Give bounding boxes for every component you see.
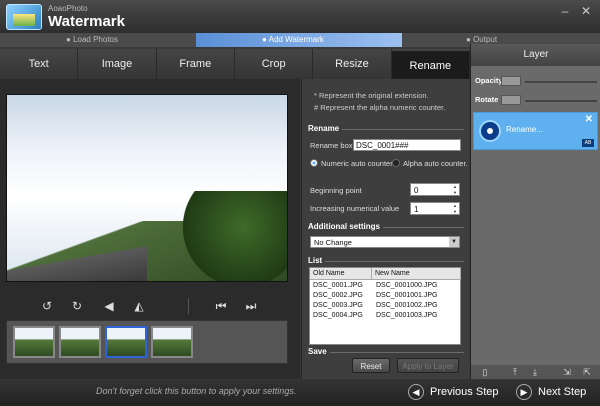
table-cell-new: DSC_0001002.JPG [376, 302, 438, 309]
column-header-old-name[interactable]: Old Name [310, 268, 372, 280]
rotate-right-icon[interactable]: ↻ [68, 297, 86, 315]
eye-icon[interactable] [479, 120, 501, 142]
opacity-label: Opacity [475, 76, 503, 85]
rename-box-label: Rename box: [310, 141, 355, 150]
photo-road [7, 247, 147, 281]
layer-panel-title: Layer [471, 44, 600, 66]
additional-settings-select[interactable]: No Change ▼ [310, 236, 460, 248]
table-cell-old: DSC_0004.JPG [313, 312, 363, 319]
additional-settings-value: No Change [314, 238, 352, 247]
step-add-watermark-label: Add Watermark [268, 35, 324, 44]
rotate-label: Rotate [475, 95, 499, 104]
alpha-counter-radio[interactable] [392, 159, 400, 167]
table-cell-old: DSC_0001.JPG [313, 282, 363, 289]
move-down-icon[interactable]: ⤓ [529, 366, 541, 378]
export-icon[interactable]: ⇱ [581, 366, 593, 378]
photo-preview[interactable] [6, 94, 288, 282]
step-output-label: Output [473, 35, 498, 44]
section-divider [308, 352, 464, 353]
close-icon[interactable]: ✕ [578, 4, 594, 18]
flip-horizontal-icon[interactable]: ◀ [100, 297, 118, 315]
tab-rename[interactable]: Rename [391, 49, 470, 79]
next-step-button[interactable]: ▶ Next Step [516, 381, 586, 404]
tab-text[interactable]: Text [0, 49, 79, 79]
rename-box-input[interactable]: DSC_0001### [353, 139, 461, 151]
minimize-icon[interactable]: – [557, 4, 573, 18]
tab-crop[interactable]: Crop [234, 49, 314, 79]
flip-vertical-icon[interactable]: ◭ [130, 297, 148, 315]
step-load-photos[interactable]: ● Load Photos [66, 33, 166, 47]
note-counter: # Represent the alpha numeric counter. [314, 103, 446, 112]
new-layer-icon[interactable]: ▯ [479, 366, 491, 378]
apply-to-layer-button[interactable]: Apply to Layer [397, 358, 459, 373]
layer-item-label: Rename... [506, 125, 543, 134]
tab-resize[interactable]: Resize [313, 49, 392, 79]
previous-photo-icon[interactable]: ⏮ [212, 297, 230, 315]
import-icon[interactable]: ⇲ [561, 366, 573, 378]
save-section-title: Save [308, 347, 330, 356]
app-window: AoaoPhoto Watermark – ✕ ● Load Photos ● … [0, 0, 600, 406]
note-extension: * Represent the original extension. [314, 91, 429, 100]
brand-small: AoaoPhoto [48, 4, 88, 13]
thumbnail[interactable] [59, 326, 101, 358]
alpha-counter-label: Alpha auto counter. [403, 159, 468, 168]
rotate-input[interactable] [501, 95, 521, 105]
footer-bar: Don't forget click this button to apply … [0, 379, 600, 406]
arrow-left-icon: ◀ [408, 384, 424, 401]
tab-frame[interactable]: Frame [156, 49, 235, 79]
layer-panel: Layer Opacity Rotate Rename... ✕ AB ▯ ⤒ … [470, 44, 600, 379]
rotate-left-icon[interactable]: ↺ [38, 297, 56, 315]
rename-list-table[interactable]: Old Name New Name DSC_0001.JPG DSC_00010… [309, 267, 461, 345]
increment-stepper[interactable]: 1 [410, 202, 460, 215]
layer-toolbar: ▯ ⤒ ⤓ ⇲ ⇱ [471, 365, 600, 379]
tab-bar: Text Image Frame Crop Resize Rename [0, 49, 470, 79]
next-step-label: Next Step [538, 386, 587, 398]
move-up-icon[interactable]: ⤒ [509, 366, 521, 378]
column-header-new-name[interactable]: New Name [372, 268, 461, 280]
rotate-slider[interactable] [525, 100, 597, 102]
reset-button[interactable]: Reset [352, 358, 390, 373]
previous-step-button[interactable]: ◀ Previous Step [408, 381, 498, 404]
apply-hint-text: Don't forget click this button to apply … [96, 386, 297, 396]
thumbnail[interactable] [151, 326, 193, 358]
close-icon[interactable]: ✕ [585, 114, 593, 125]
tab-image[interactable]: Image [78, 49, 157, 79]
beginning-point-label: Beginning point [310, 186, 362, 195]
increment-label: Increasing numerical value [310, 204, 400, 213]
next-photo-icon[interactable]: ⏭ [242, 297, 260, 315]
step-load-photos-label: Load Photos [73, 35, 118, 44]
app-logo-icon [6, 4, 42, 30]
app-title: Watermark [48, 13, 125, 30]
rename-section-title: Rename [308, 124, 343, 133]
preview-toolbar: ↺ ↻ ◀ ◭ ⏮ ⏭ [6, 295, 288, 317]
table-cell-new: DSC_0001003.JPG [376, 312, 438, 319]
thumbnail-selected[interactable] [105, 326, 147, 358]
table-cell-old: DSC_0003.JPG [313, 302, 363, 309]
list-section-title: List [308, 256, 326, 265]
opacity-slider[interactable] [525, 81, 597, 83]
thumbnail[interactable] [13, 326, 55, 358]
numeric-counter-label: Numeric auto counter. [321, 159, 395, 168]
beginning-point-stepper[interactable]: 0 [410, 183, 460, 196]
table-cell-new: DSC_0001000.JPG [376, 282, 438, 289]
photo-tree [177, 191, 287, 281]
toolbar-divider [188, 298, 189, 314]
title-bar: AoaoPhoto Watermark – ✕ [0, 0, 600, 33]
previous-step-label: Previous Step [430, 386, 499, 398]
layer-item-rename[interactable]: Rename... ✕ AB [473, 112, 598, 150]
opacity-input[interactable] [501, 76, 521, 86]
chevron-down-icon: ▼ [449, 237, 459, 247]
thumbnail-strip [6, 320, 288, 364]
step-add-watermark[interactable]: ● Add Watermark [196, 33, 402, 47]
arrow-right-icon: ▶ [516, 384, 532, 401]
layer-type-badge: AB [582, 139, 594, 147]
numeric-counter-radio[interactable] [310, 159, 318, 167]
table-cell-new: DSC_0001001.JPG [376, 292, 438, 299]
table-cell-old: DSC_0002.JPG [313, 292, 363, 299]
additional-settings-title: Additional settings [308, 222, 383, 231]
section-divider [308, 261, 464, 262]
